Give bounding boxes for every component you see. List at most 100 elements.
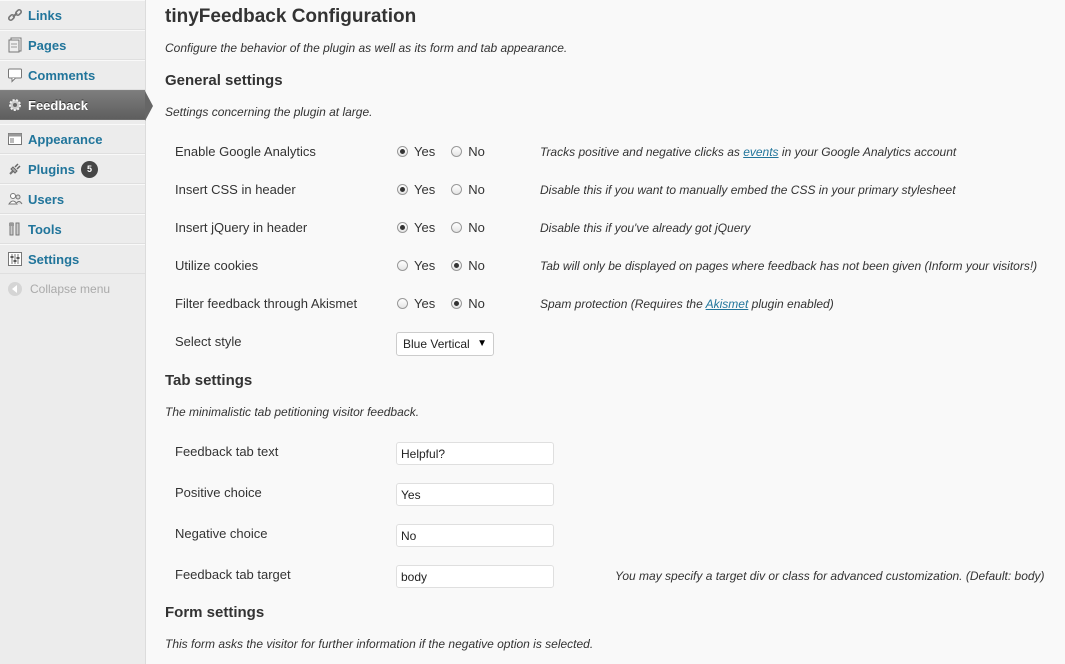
google-analytics-no-option[interactable]: No xyxy=(451,144,485,159)
akismet-link[interactable]: Akismet xyxy=(706,297,749,311)
insert-jquery-no-option[interactable]: No xyxy=(451,220,485,235)
plug-icon xyxy=(7,161,23,177)
insert-css-no-option[interactable]: No xyxy=(451,182,485,197)
sidebar-item-label: Feedback xyxy=(28,97,88,113)
negative-choice-input[interactable] xyxy=(396,524,554,547)
akismet-filter-help: Spam protection (Requires the Akismet pl… xyxy=(540,297,834,311)
utilize-cookies-help: Tab will only be displayed on pages wher… xyxy=(540,259,1038,273)
positive-choice-label: Positive choice xyxy=(175,485,262,500)
help-text: Tracks positive and negative clicks as xyxy=(540,145,744,159)
sidebar-item-pages[interactable]: Pages xyxy=(0,30,145,60)
radio-button[interactable] xyxy=(451,146,463,157)
radio-button[interactable] xyxy=(397,184,408,195)
radio-label: Yes xyxy=(414,182,436,197)
radio-label: No xyxy=(468,182,485,197)
radio-label: No xyxy=(468,220,485,235)
sidebar-item-label: Plugins xyxy=(28,161,75,177)
appearance-icon xyxy=(7,131,23,147)
page-title: tinyFeedback Configuration xyxy=(165,6,417,27)
radio-button[interactable] xyxy=(397,260,408,271)
radio-button[interactable] xyxy=(451,260,463,271)
tab-settings-heading: Tab settings xyxy=(165,372,253,389)
feedback-tab-text-input[interactable] xyxy=(396,442,554,465)
link-icon xyxy=(7,7,23,23)
insert-jquery-radio-group: Yes No xyxy=(397,220,501,235)
feedback-tab-target-help: You may specify a target div or class fo… xyxy=(615,569,1045,583)
feedback-tab-text-label: Feedback tab text xyxy=(175,444,279,459)
sidebar-item-settings[interactable]: Settings xyxy=(0,244,145,274)
dropdown-arrow-icon: ▼ xyxy=(477,338,487,349)
sidebar-item-label: Settings xyxy=(28,251,80,267)
radio-button[interactable] xyxy=(397,222,408,233)
users-icon xyxy=(7,191,23,207)
sidebar-item-label: Appearance xyxy=(28,131,103,147)
radio-label: Yes xyxy=(414,296,436,311)
radio-button[interactable] xyxy=(451,298,463,309)
utilize-cookies-radio-group: Yes No xyxy=(397,258,501,273)
events-link[interactable]: events xyxy=(743,145,778,159)
negative-choice-label: Negative choice xyxy=(175,526,268,541)
radio-label: No xyxy=(468,144,485,159)
insert-jquery-yes-option[interactable]: Yes xyxy=(397,220,435,235)
help-text: plugin enabled) xyxy=(748,297,834,311)
gear-icon xyxy=(7,97,23,113)
insert-css-label: Insert CSS in header xyxy=(175,182,296,197)
radio-label: No xyxy=(468,258,485,273)
comments-icon xyxy=(7,67,23,83)
insert-jquery-help: Disable this if you've already got jQuer… xyxy=(540,221,751,235)
sidebar-item-label: Pages xyxy=(28,37,67,53)
sidebar-item-appearance[interactable]: Appearance xyxy=(0,124,145,154)
sidebar-item-feedback[interactable]: Feedback xyxy=(0,90,153,121)
utilize-cookies-label: Utilize cookies xyxy=(175,258,259,273)
utilize-cookies-no-option[interactable]: No xyxy=(451,258,485,273)
help-text: in your Google Analytics account xyxy=(778,145,957,159)
radio-button[interactable] xyxy=(451,222,463,233)
pages-icon xyxy=(7,37,23,53)
select-style-label: Select style xyxy=(175,334,242,349)
akismet-filter-radio-group: Yes No xyxy=(397,296,501,311)
radio-label: No xyxy=(468,296,485,311)
general-settings-description: Settings concerning the plugin at large. xyxy=(165,105,373,119)
general-settings-heading: General settings xyxy=(165,72,283,89)
tab-settings-description: The minimalistic tab petitioning visitor… xyxy=(165,405,420,419)
collapse-arrow-icon xyxy=(8,282,22,296)
sidebar-item-label: Comments xyxy=(28,67,96,83)
style-select[interactable]: Blue Vertical ▼ xyxy=(396,332,494,356)
admin-sidebar: Links Pages Comments Feedback Appearance… xyxy=(0,0,153,664)
form-settings-description: This form asks the visitor for further i… xyxy=(165,637,594,651)
radio-label: Yes xyxy=(414,220,436,235)
sidebar-item-plugins[interactable]: Plugins 5 xyxy=(0,154,145,184)
google-analytics-help: Tracks positive and negative clicks as e… xyxy=(540,145,956,159)
style-select-value: Blue Vertical xyxy=(403,337,470,351)
utilize-cookies-yes-option[interactable]: Yes xyxy=(397,258,435,273)
insert-css-yes-option[interactable]: Yes xyxy=(397,182,435,197)
google-analytics-yes-option[interactable]: Yes xyxy=(397,144,435,159)
radio-label: Yes xyxy=(414,144,436,159)
akismet-filter-no-option[interactable]: No xyxy=(451,296,485,311)
akismet-filter-yes-option[interactable]: Yes xyxy=(397,296,435,311)
positive-choice-input[interactable] xyxy=(396,483,554,506)
help-text: Spam protection (Requires the xyxy=(540,297,706,311)
radio-button[interactable] xyxy=(397,146,408,157)
radio-label: Yes xyxy=(414,258,436,273)
sidebar-item-users[interactable]: Users xyxy=(0,184,145,214)
google-analytics-radio-group: Yes No xyxy=(397,144,501,159)
settings-icon xyxy=(7,251,23,267)
sidebar-item-label: Links xyxy=(28,7,62,23)
sidebar-item-label: Users xyxy=(28,191,65,207)
insert-css-radio-group: Yes No xyxy=(397,182,501,197)
page-description: Configure the behavior of the plugin as … xyxy=(165,41,568,55)
sidebar-item-label: Tools xyxy=(28,221,62,237)
plugins-update-badge: 5 xyxy=(80,160,98,178)
radio-button[interactable] xyxy=(451,184,463,195)
sidebar-item-tools[interactable]: Tools xyxy=(0,214,145,244)
sidebar-item-links[interactable]: Links xyxy=(0,0,145,30)
google-analytics-label: Enable Google Analytics xyxy=(175,144,316,159)
tools-icon xyxy=(7,221,23,237)
radio-button[interactable] xyxy=(397,298,408,309)
sidebar-item-comments[interactable]: Comments xyxy=(0,60,145,90)
collapse-menu-button[interactable]: Collapse menu xyxy=(0,274,145,304)
insert-jquery-label: Insert jQuery in header xyxy=(175,220,308,235)
collapse-menu-label: Collapse menu xyxy=(30,282,111,296)
feedback-tab-target-input[interactable] xyxy=(396,565,554,588)
